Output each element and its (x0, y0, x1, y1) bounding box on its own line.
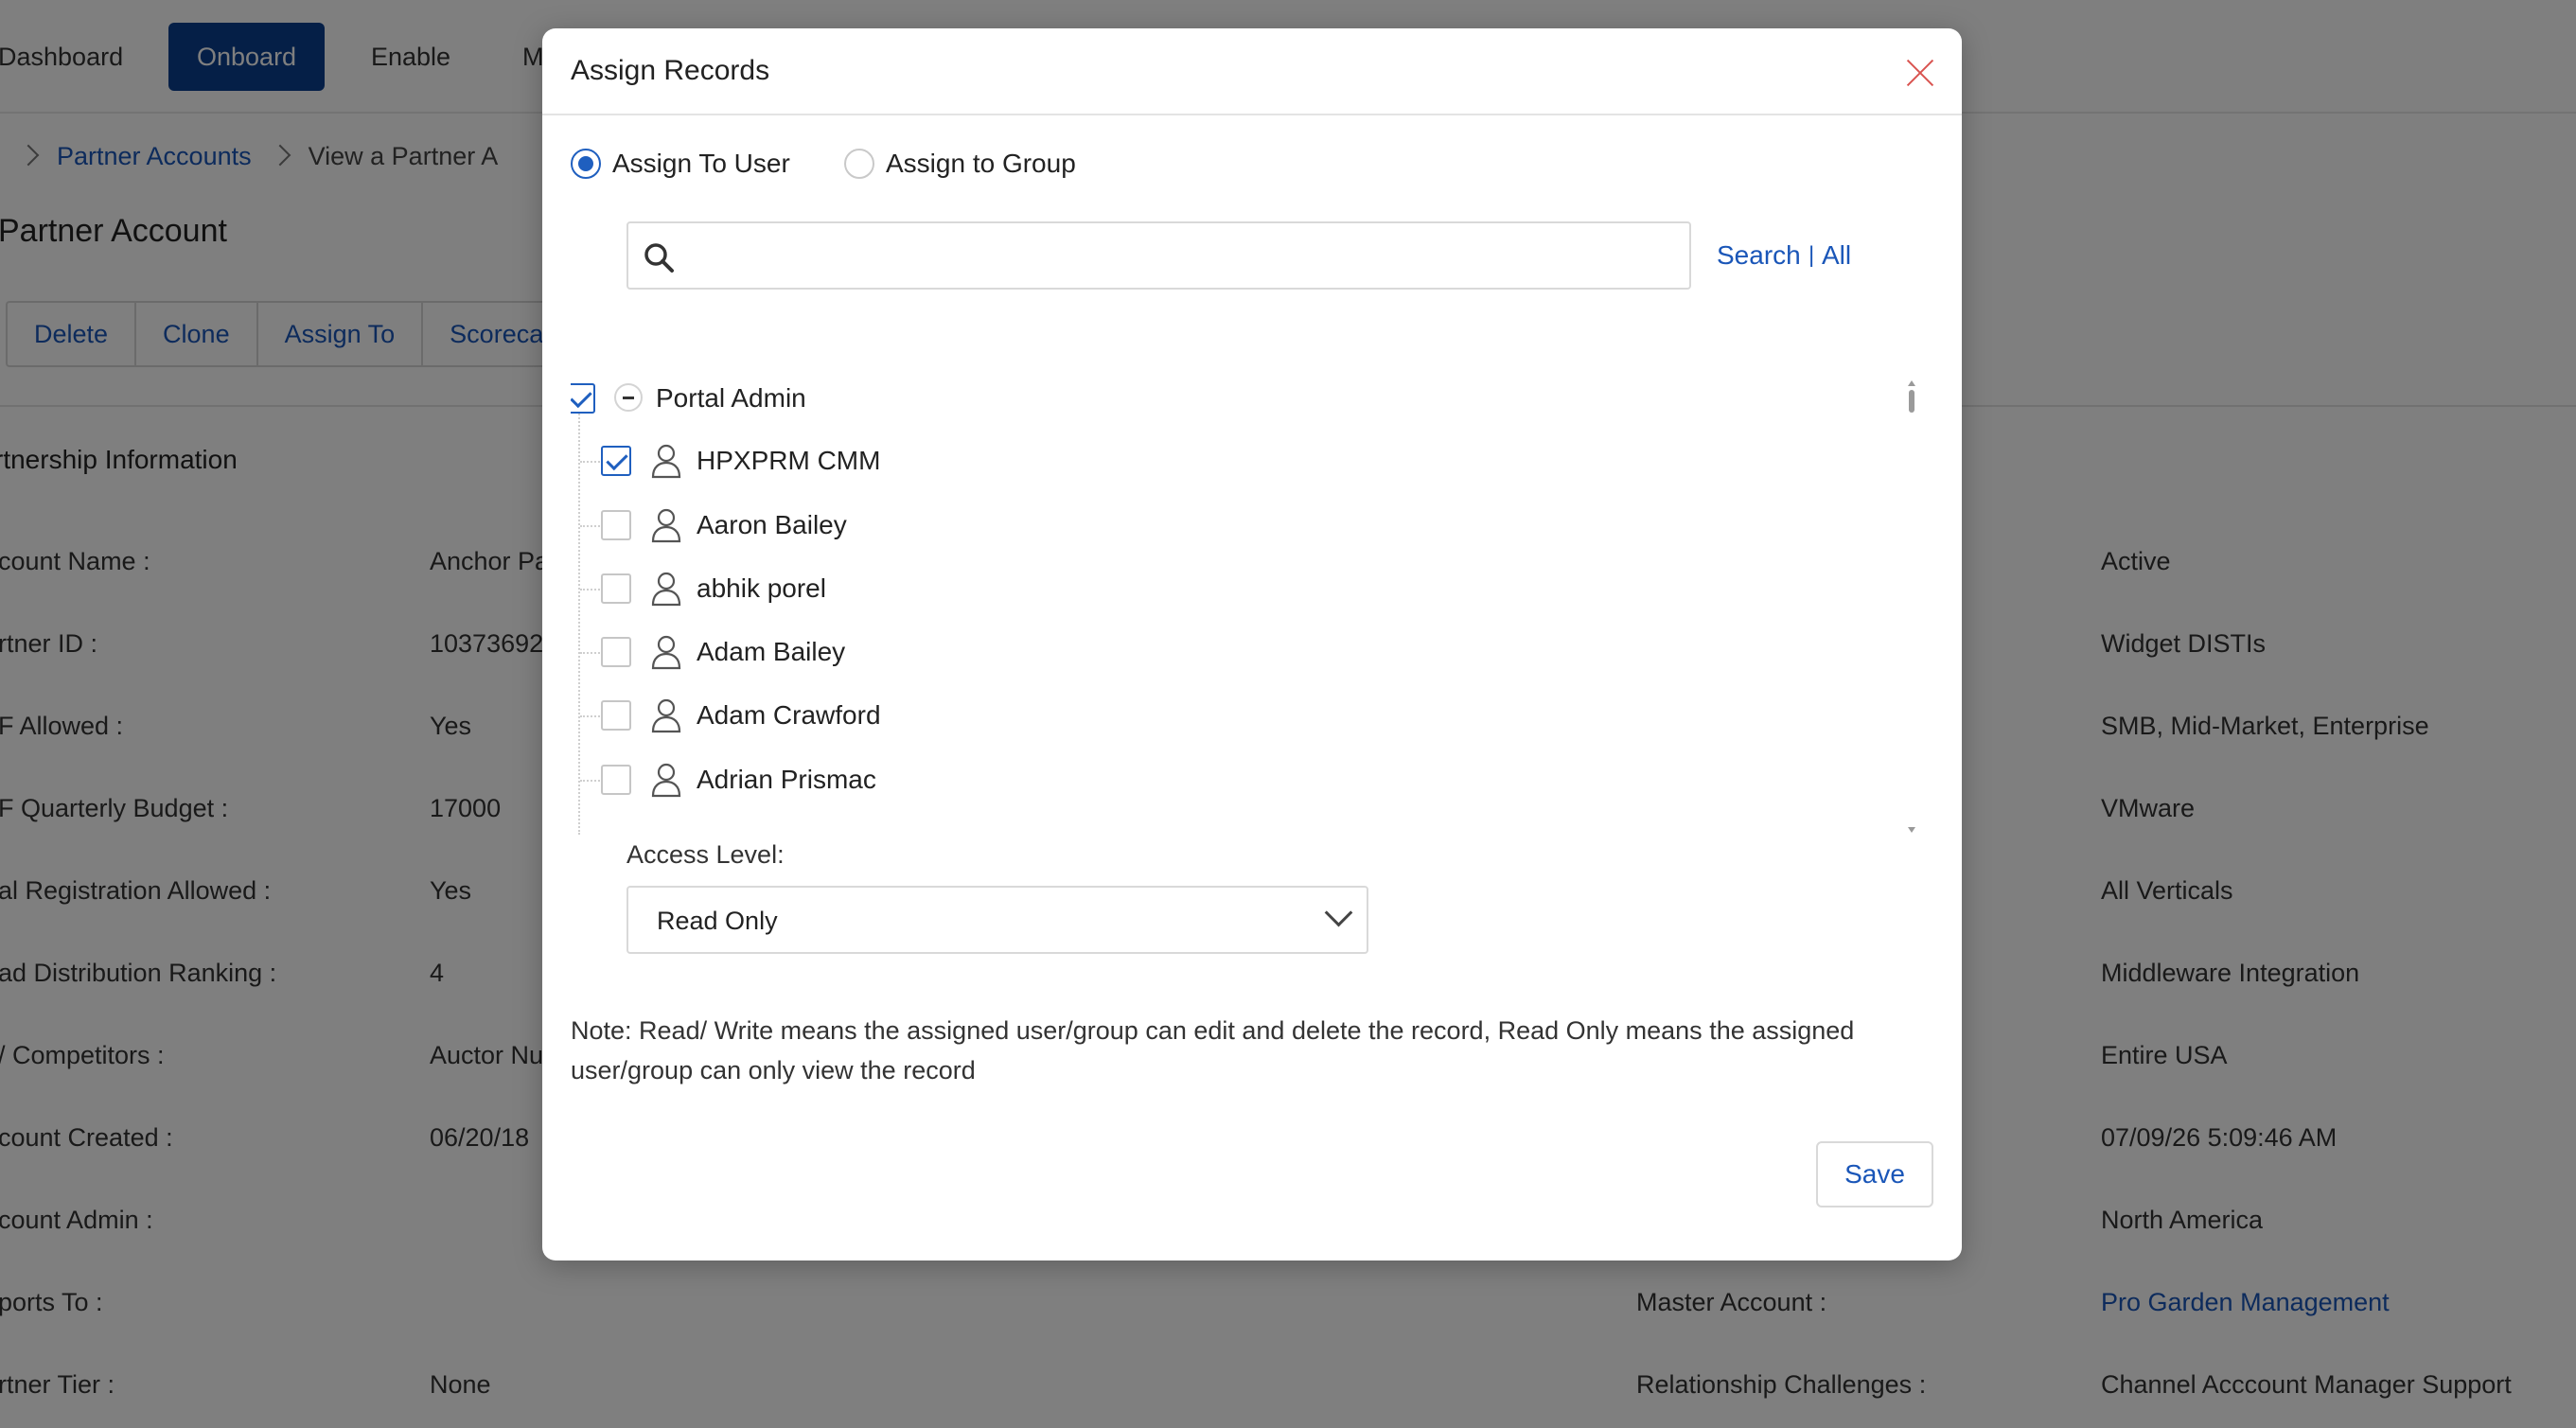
collapse-icon[interactable] (614, 383, 643, 412)
user-checkbox[interactable] (601, 637, 631, 667)
user-icon (651, 508, 681, 543)
chevron-down-icon (1324, 898, 1353, 927)
dialog-title: Assign Records (571, 55, 770, 86)
user-tree: Portal Admin HPXPRM CMM Aaron Bailey abh… (571, 350, 1905, 835)
access-level-label: Access Level: (626, 840, 785, 869)
separator: | (1808, 242, 1815, 268)
user-icon (651, 635, 681, 670)
user-icon (651, 572, 681, 607)
access-level-value: Read Only (657, 907, 778, 935)
scroll-thumb[interactable] (1909, 390, 1914, 413)
radio-label: Assign To User (612, 149, 790, 178)
user-name[interactable]: Adrian Prismac (697, 765, 876, 795)
radio-assign-to-group[interactable] (844, 149, 874, 179)
search-input[interactable] (691, 233, 1679, 280)
save-button[interactable]: Save (1816, 1141, 1933, 1208)
all-link[interactable]: All (1822, 240, 1851, 271)
access-level-select[interactable]: Read Only (626, 886, 1368, 954)
assign-to-user-option[interactable]: Assign To User (571, 145, 790, 183)
user-checkbox[interactable] (601, 510, 631, 540)
user-checkbox[interactable] (601, 573, 631, 604)
radio-label: Assign to Group (886, 149, 1076, 178)
dialog-header: Assign Records (542, 28, 1962, 115)
tree-scrollbar[interactable] (1905, 380, 1918, 833)
search-link[interactable]: Search (1717, 240, 1801, 271)
access-note: Note: Read/ Write means the assigned use… (571, 1016, 1855, 1084)
group-checkbox-portal-admin[interactable] (571, 383, 595, 414)
user-name[interactable]: abhik porel (697, 573, 826, 604)
group-label: Portal Admin (656, 383, 806, 413)
search-icon (644, 243, 674, 273)
user-checkbox[interactable] (601, 765, 631, 795)
scroll-up-icon[interactable] (1908, 380, 1915, 386)
close-icon[interactable] (1905, 57, 1935, 87)
tree-connector (578, 399, 580, 835)
search-field (626, 221, 1691, 290)
user-icon (651, 698, 681, 733)
user-name[interactable]: Adam Crawford (697, 700, 881, 731)
user-name[interactable]: HPXPRM CMM (697, 446, 880, 476)
user-checkbox[interactable] (601, 446, 631, 476)
user-name[interactable]: Adam Bailey (697, 637, 845, 667)
user-name[interactable]: Aaron Bailey (697, 510, 847, 540)
user-icon (651, 444, 681, 479)
user-checkbox[interactable] (601, 700, 631, 731)
radio-assign-to-user[interactable] (571, 149, 601, 179)
assign-records-dialog: Assign Records Assign To User Assign to … (542, 28, 1962, 1261)
scroll-down-icon[interactable] (1908, 827, 1915, 833)
assign-to-group-option[interactable]: Assign to Group (844, 145, 1076, 183)
user-icon (651, 763, 681, 798)
